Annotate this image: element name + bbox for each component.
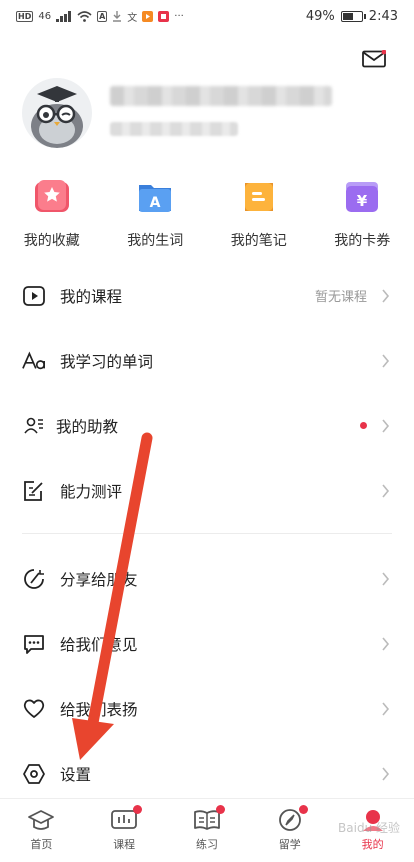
chevron-right-icon: [382, 418, 390, 433]
quick-coupons[interactable]: ¥ 我的卡券: [311, 178, 414, 250]
menu-right: [360, 418, 390, 433]
menu-label: 给我们意见: [60, 635, 138, 654]
quick-favorites[interactable]: 我的收藏: [0, 178, 104, 250]
menu-label: 我学习的单词: [60, 352, 154, 371]
menu-right: [381, 766, 390, 781]
nav-label: 首页: [30, 838, 53, 851]
mail-icon[interactable]: [362, 50, 386, 68]
menu-label: 能力测评: [60, 482, 123, 501]
nav-label: 我的: [361, 838, 384, 851]
quick-vocabulary[interactable]: A 我的生词: [104, 178, 208, 250]
menu-right: [381, 571, 390, 586]
signal-icon: [56, 10, 72, 22]
practice-badge: [215, 805, 225, 814]
course-icon: [110, 805, 143, 833]
feedback-icon: [22, 632, 46, 656]
no-courses-hint: 暂无课程: [314, 290, 367, 305]
edit-icon: [22, 479, 46, 503]
menu-label: 我的课程: [60, 287, 123, 306]
menu-list: 我的课程 暂无课程 我学习的单词 我的助教 能力测评 分享给朋友 给我们意见 给…: [0, 263, 414, 806]
nav-practice[interactable]: 练习: [166, 799, 249, 862]
battery-icon: [340, 10, 366, 22]
course-badge: [133, 805, 143, 814]
menu-right: [381, 353, 390, 368]
nav-home[interactable]: 首页: [0, 799, 83, 862]
status-bar: HD 46 A 文 ··· 49% 2:43: [0, 0, 414, 32]
status-right: 49% 2:43: [306, 9, 398, 24]
quick-coupons-label: 我的卡券: [334, 233, 391, 249]
practice-icon: [193, 805, 225, 833]
nav-label: 留学: [278, 838, 301, 851]
study-abroad-badge: [298, 805, 308, 814]
quick-notes-label: 我的笔记: [230, 233, 287, 249]
video-app-icon: [142, 10, 154, 22]
home-icon: [27, 807, 55, 833]
menu-item-my-courses[interactable]: 我的课程 暂无课程: [0, 263, 414, 328]
battery-percent: 49%: [305, 8, 335, 24]
download-icon: [113, 10, 122, 22]
app-badge-icon: [158, 10, 170, 22]
heart-icon: [22, 697, 46, 721]
unread-dot: [360, 422, 367, 429]
quick-favorites-label: 我的收藏: [23, 233, 80, 249]
menu-label: 设置: [60, 765, 92, 784]
menu-item-assessment[interactable]: 能力测评: [0, 458, 414, 523]
menu-label: 分享给朋友: [60, 570, 138, 589]
nav-study-abroad[interactable]: 留学: [248, 799, 331, 862]
menu-right: 暂无课程: [315, 286, 390, 305]
clock: 2:43: [368, 8, 398, 24]
chevron-right-icon: [382, 353, 390, 368]
menu-item-feedback[interactable]: 给我们意见: [0, 611, 414, 676]
menu-item-praise[interactable]: 给我们表扬: [0, 676, 414, 741]
nav-label: 课程: [113, 838, 136, 851]
menu-item-share[interactable]: 分享给朋友: [0, 546, 414, 611]
battery-fill: [342, 12, 353, 20]
hd-icon: HD: [16, 10, 34, 22]
watermark: Baidu 经验: [338, 821, 400, 835]
more-notifications: ···: [174, 10, 184, 22]
status-left: HD 46 A 文 ···: [16, 9, 184, 24]
menu-item-my-words[interactable]: 我学习的单词: [0, 328, 414, 393]
star-icon: [34, 180, 69, 212]
section-divider: [22, 533, 392, 534]
menu-right: [381, 483, 390, 498]
menu-label: 我的助教: [56, 417, 119, 436]
quick-vocabulary-label: 我的生词: [127, 233, 184, 249]
owl-avatar-icon: [31, 86, 83, 148]
assistant-icon: [22, 414, 46, 438]
chevron-right-icon: [382, 288, 390, 303]
chevron-right-icon: [382, 766, 390, 781]
chevron-right-icon: [382, 571, 390, 586]
menu-right: [381, 636, 390, 651]
chevron-right-icon: [382, 636, 390, 651]
wifi-icon: [77, 10, 92, 22]
menu-right: [381, 701, 390, 716]
quick-actions: 我的收藏 A 我的生词 我的笔记 ¥ 我的卡券: [0, 178, 414, 250]
text-notify-icon: 文: [127, 12, 138, 24]
menu-item-settings[interactable]: 设置: [0, 741, 414, 806]
chevron-right-icon: [382, 701, 390, 716]
nav-courses[interactable]: 课程: [83, 799, 166, 862]
share-icon: [22, 567, 46, 591]
svg-text:A: A: [150, 195, 161, 211]
username-redacted: [110, 86, 332, 106]
menu-item-my-assistant[interactable]: 我的助教: [0, 393, 414, 458]
quick-notes[interactable]: 我的笔记: [207, 178, 311, 250]
settings-icon: [22, 762, 46, 786]
coupon-icon: ¥: [346, 182, 379, 212]
menu-label: 给我们表扬: [60, 700, 138, 719]
compass-icon: [276, 805, 308, 833]
user-subtitle-redacted: [110, 122, 238, 136]
folder-a-icon: A: [139, 185, 172, 212]
font-icon: [22, 349, 46, 373]
chevron-right-icon: [382, 483, 390, 498]
avatar[interactable]: [22, 78, 92, 148]
play-icon: [22, 284, 46, 308]
svg-text:¥: ¥: [357, 192, 368, 210]
app-notify-icon: A: [97, 10, 108, 22]
nav-label: 练习: [195, 838, 218, 851]
signal-label: 46: [38, 10, 52, 22]
note-icon: [244, 183, 273, 211]
